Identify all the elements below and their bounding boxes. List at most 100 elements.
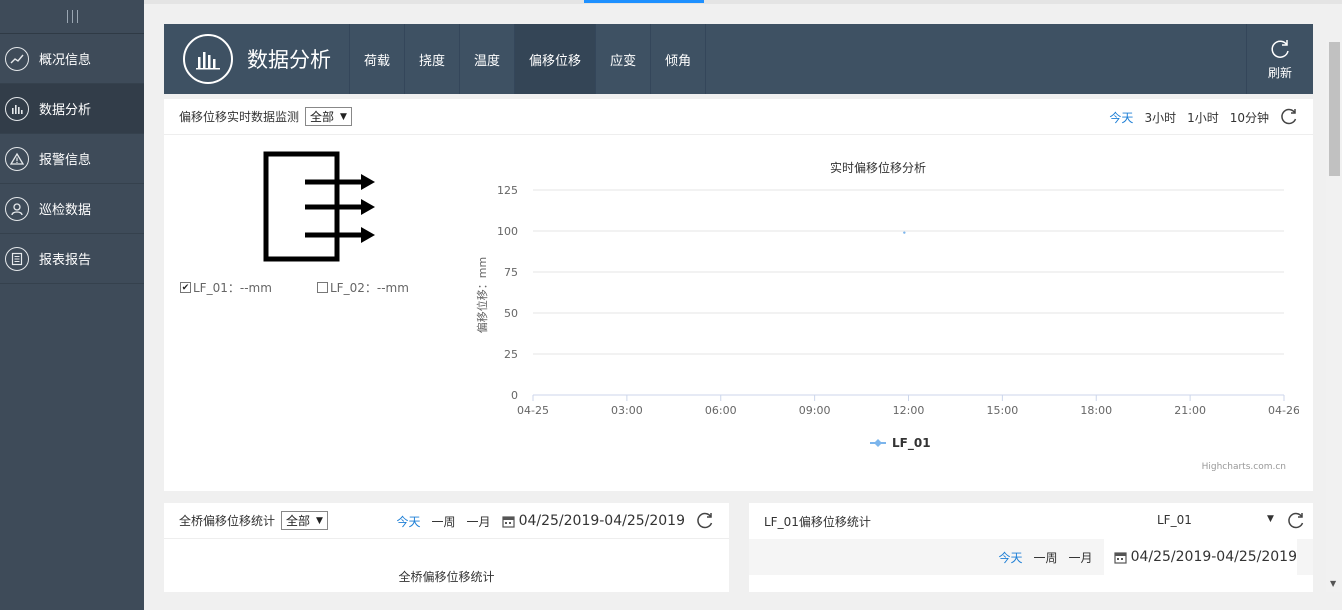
sidebar: 概况信息 数据分析 报警信息 巡检数据 报表报告	[0, 0, 144, 610]
top-bar-accent	[584, 0, 704, 3]
sensor-checkbox-lf01[interactable]: ✔ LF_01：--mm	[180, 279, 272, 296]
lf01-range-bar: 今天 一周 一月 04/25/2019-04/25/2019	[749, 539, 1313, 575]
range-today[interactable]: 今天	[1109, 109, 1133, 126]
sidebar-item-inspection[interactable]: 巡检数据	[0, 184, 144, 234]
range-1h[interactable]: 1小时	[1187, 109, 1219, 126]
bridge-stats-title: 全桥偏移位移统计	[179, 514, 276, 528]
x-tick-label: 04-25	[517, 404, 549, 417]
bridge-group-select[interactable]: 全部 ▼	[281, 511, 328, 530]
tab-load[interactable]: 荷载	[349, 24, 404, 94]
bridge-stats-chart-title: 全桥偏移位移统计	[398, 570, 495, 584]
legend-label: LF_01	[892, 436, 931, 451]
range-today[interactable]: 今天	[999, 549, 1023, 566]
sidebar-item-label: 巡检数据	[39, 203, 92, 218]
x-tick-label: 12:00	[893, 404, 925, 417]
report-icon	[5, 246, 29, 271]
page-title: 数据分析	[247, 48, 331, 72]
sidebar-item-label: 数据分析	[39, 103, 92, 118]
x-tick-label: 06:00	[705, 404, 737, 417]
tab-displacement[interactable]: 偏移位移	[514, 24, 596, 94]
data-point[interactable]	[903, 231, 906, 234]
tab-strain[interactable]: 应变	[595, 24, 650, 94]
range-10min[interactable]: 10分钟	[1230, 109, 1269, 126]
sidebar-toggle-button[interactable]	[0, 0, 144, 34]
y-tick-label: 25	[504, 348, 518, 361]
refresh-button[interactable]: 刷新	[1246, 24, 1313, 94]
chart-credits[interactable]: Highcharts.com.cn	[1202, 462, 1286, 472]
reload-icon[interactable]	[1280, 108, 1298, 126]
legend-marker	[874, 439, 882, 447]
sensor-select[interactable]: LF_01	[1157, 513, 1192, 527]
sidebar-item-label: 概况信息	[39, 53, 92, 68]
calendar-icon	[501, 515, 515, 528]
y-tick-label: 0	[511, 389, 518, 402]
sidebar-item-alarm[interactable]: 报警信息	[0, 134, 144, 184]
date-range-value: 04/25/2019-04/25/2019	[518, 513, 685, 529]
refresh-icon	[1271, 39, 1289, 58]
x-tick-label: 03:00	[611, 404, 643, 417]
sidebar-item-overview[interactable]: 概况信息	[0, 34, 144, 84]
sensor-group-select[interactable]: 全部 ▼	[305, 107, 352, 126]
bridge-stats-header: 全桥偏移位移统计 全部 ▼ 今天 一周 一月 04/25/2019-04/25/2…	[164, 503, 729, 539]
chart-title: 实时偏移位移分析	[830, 160, 926, 175]
scroll-down-arrow-icon[interactable]: ▼	[1330, 579, 1336, 588]
trend-icon	[5, 46, 29, 71]
range-month[interactable]: 一月	[1069, 549, 1093, 566]
caret-down-icon[interactable]: ▼	[1267, 514, 1274, 524]
x-tick-label: 09:00	[799, 404, 831, 417]
range-3h[interactable]: 3小时	[1144, 109, 1176, 126]
select-value: 全部	[286, 514, 311, 528]
checkbox-checked[interactable]: ✔	[180, 282, 191, 293]
select-value: 全部	[310, 110, 335, 124]
bridge-range-options: 今天 一周 一月 04/25/2019-04/25/2019	[397, 503, 714, 539]
bar-chart-icon	[5, 96, 29, 121]
range-week[interactable]: 一周	[432, 513, 456, 530]
y-tick-label: 50	[504, 307, 518, 320]
caret-down-icon: ▼	[340, 111, 347, 122]
calendar-icon	[1113, 551, 1127, 564]
sensor-checkbox-lf02[interactable]: LF_02：--mm	[317, 279, 409, 296]
date-range-picker[interactable]: 04/25/2019-04/25/2019	[1103, 539, 1297, 575]
warning-icon	[5, 146, 29, 171]
range-week[interactable]: 一周	[1034, 549, 1058, 566]
realtime-displacement-chart: 实时偏移位移分析 偏移位移：mm 0 25 50 75 100 125 04-25 03:0…	[475, 160, 1299, 472]
refresh-label: 刷新	[1267, 65, 1292, 80]
sidebar-item-data-analysis[interactable]: 数据分析	[0, 84, 144, 134]
lf01-stats-title: LF_01偏移位移统计	[764, 514, 871, 529]
x-tick-label: 18:00	[1080, 404, 1112, 417]
chart-y-axis-label: 偏移位移：mm	[475, 257, 489, 333]
displacement-sensor-diagram	[263, 151, 375, 262]
sidebar-item-report[interactable]: 报表报告	[0, 234, 144, 284]
x-tick-label: 15:00	[987, 404, 1019, 417]
date-range-picker[interactable]: 04/25/2019-04/25/2019	[501, 513, 685, 529]
sensor-label: LF_01：--mm	[193, 281, 272, 295]
tab-deflection[interactable]: 挠度	[404, 24, 459, 94]
chart-legend[interactable]: LF_01	[870, 436, 931, 451]
realtime-range-options: 今天 3小时 1小时 10分钟	[1109, 99, 1298, 135]
module-header: 数据分析 荷载 挠度 温度 偏移位移 应变 倾角 刷新	[164, 24, 1313, 94]
tab-temperature[interactable]: 温度	[459, 24, 514, 94]
range-today[interactable]: 今天	[397, 513, 421, 530]
y-tick-label: 75	[504, 266, 518, 279]
tab-bar: 荷载 挠度 温度 偏移位移 应变 倾角	[349, 24, 707, 94]
range-month[interactable]: 一月	[467, 513, 491, 530]
y-tick-label: 125	[497, 184, 518, 197]
bar-chart-logo-icon	[183, 34, 233, 84]
page-scrollbar[interactable]: ▼	[1326, 40, 1342, 592]
bridge-stats-panel: 全桥偏移位移统计 全部 ▼ 今天 一周 一月 04/25/2019-04/25/2…	[164, 503, 729, 592]
sidebar-item-label: 报警信息	[39, 153, 92, 168]
caret-down-icon: ▼	[316, 515, 323, 526]
inspector-icon	[5, 196, 29, 221]
checkbox-unchecked[interactable]	[317, 282, 328, 293]
reload-icon[interactable]	[1287, 512, 1305, 530]
y-tick-label: 100	[497, 225, 518, 238]
reload-icon[interactable]	[696, 512, 714, 530]
top-bar	[144, 0, 1342, 4]
lf01-stats-panel: LF_01偏移位移统计 LF_01 ▼ 今天 一周 一月 04/25/2019-…	[749, 503, 1313, 592]
menu-bars-icon	[66, 10, 78, 23]
realtime-panel: 偏移位移实时数据监测 全部 ▼ 今天 3小时 1小时 10分钟 ✔ LF_01：-…	[164, 99, 1313, 491]
scrollbar-thumb[interactable]	[1329, 42, 1340, 176]
tab-inclination[interactable]: 倾角	[650, 24, 707, 94]
sidebar-item-label: 报表报告	[39, 253, 92, 268]
realtime-panel-header: 偏移位移实时数据监测 全部 ▼ 今天 3小时 1小时 10分钟	[164, 99, 1313, 135]
